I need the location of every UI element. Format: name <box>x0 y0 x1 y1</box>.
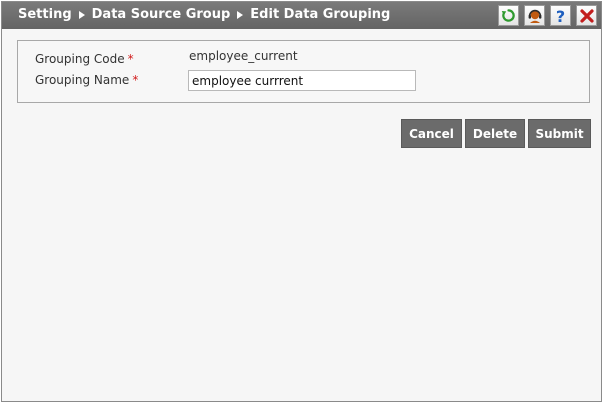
grouping-form-panel: Grouping Code * employee_current Grouping… <box>17 40 590 103</box>
edit-data-grouping-window: Setting Data Source Group Edit Data Grou… <box>1 1 602 402</box>
form-actions: Cancel Delete Submit <box>401 119 591 148</box>
title-toolbar: ? <box>498 5 597 26</box>
refresh-button[interactable] <box>498 5 519 26</box>
grouping-code-label: Grouping Code * <box>35 52 134 66</box>
cancel-button[interactable]: Cancel <box>401 119 462 148</box>
svg-text:?: ? <box>556 8 565 24</box>
support-agent-icon <box>528 9 541 23</box>
grouping-name-label: Grouping Name * <box>35 73 138 87</box>
close-icon <box>579 8 594 23</box>
grouping-name-label-text: Grouping Name <box>35 73 130 87</box>
title-bar: Setting Data Source Group Edit Data Grou… <box>2 2 601 29</box>
breadcrumb: Setting Data Source Group Edit Data Grou… <box>18 7 390 22</box>
required-mark: * <box>127 52 134 66</box>
submit-button[interactable]: Submit <box>528 119 591 148</box>
close-button[interactable] <box>576 5 597 26</box>
breadcrumb-item-setting[interactable]: Setting <box>18 7 72 22</box>
breadcrumb-separator-icon <box>237 10 244 19</box>
grouping-code-value: employee_current <box>189 49 298 63</box>
breadcrumb-item-data-source-group[interactable]: Data Source Group <box>92 7 231 22</box>
refresh-icon <box>501 9 515 22</box>
support-button[interactable] <box>524 5 545 26</box>
delete-button[interactable]: Delete <box>465 119 525 148</box>
breadcrumb-item-edit-data-grouping: Edit Data Grouping <box>250 7 391 22</box>
breadcrumb-separator-icon <box>78 10 85 19</box>
grouping-name-input[interactable] <box>188 70 416 91</box>
required-mark: * <box>132 73 139 87</box>
help-icon: ? <box>556 8 565 24</box>
grouping-code-label-text: Grouping Code <box>35 52 125 66</box>
help-button[interactable]: ? <box>550 5 571 26</box>
